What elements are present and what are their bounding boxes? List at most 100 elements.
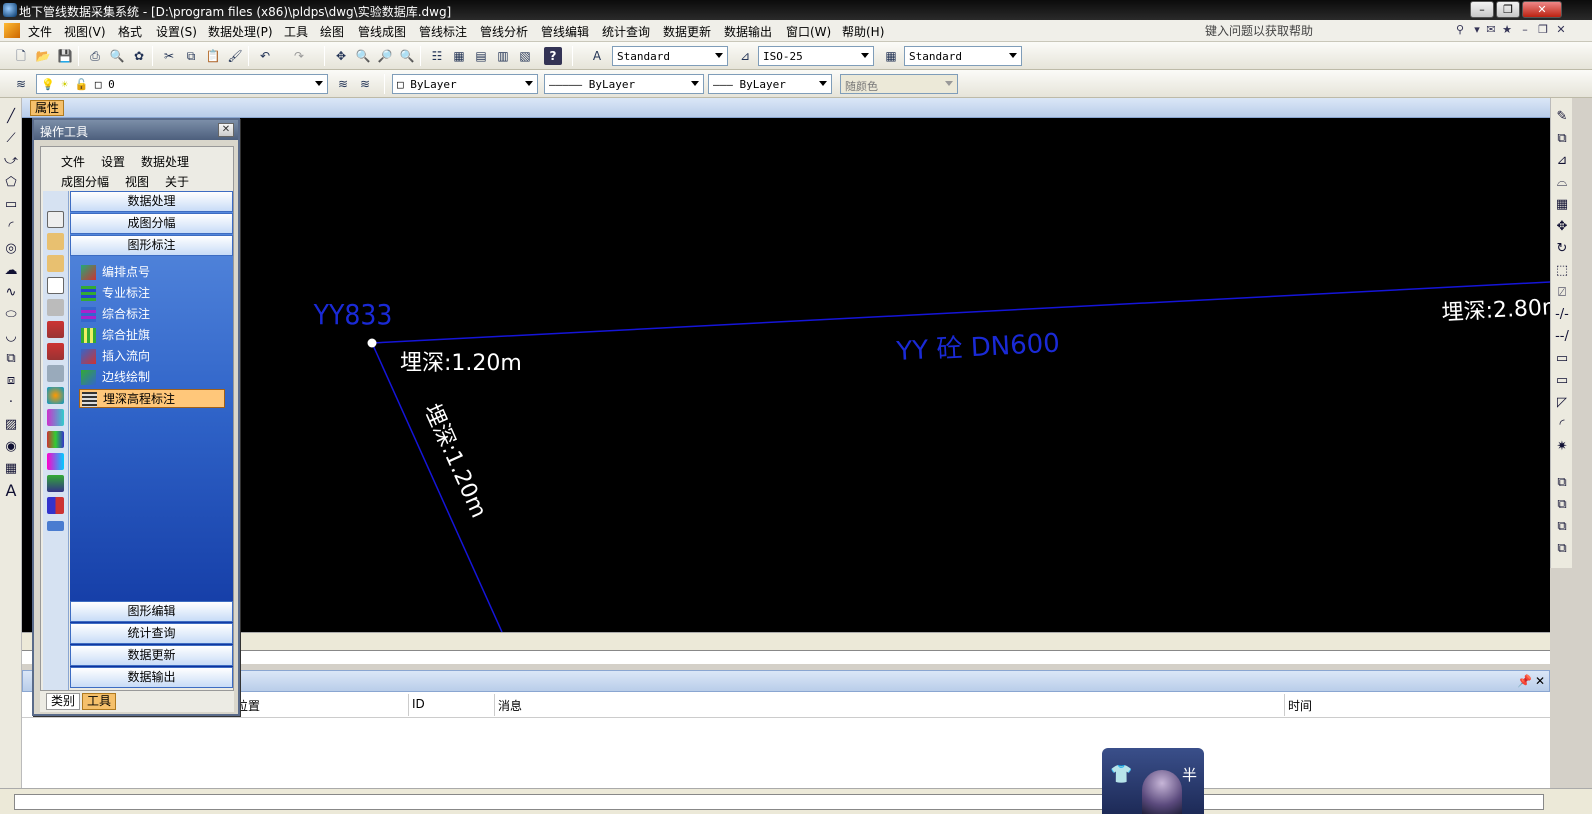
- drawing-canvas[interactable]: YY833 埋深:1.20m 埋深:1.20m YY 砼 DN600 埋深:2.…: [22, 118, 1550, 632]
- pan-icon[interactable]: ✥: [332, 47, 350, 65]
- command-line[interactable]: [22, 650, 1550, 664]
- save-icon[interactable]: 💾: [56, 47, 74, 65]
- stretch-icon[interactable]: ⍁: [1553, 284, 1571, 302]
- extend-icon[interactable]: --/: [1553, 328, 1571, 346]
- menu-pipeline-analysis[interactable]: 管线分析: [480, 23, 528, 40]
- match-properties-icon[interactable]: 🖌: [226, 47, 244, 65]
- document-icon[interactable]: [47, 211, 64, 228]
- send-under-icon[interactable]: ⧉: [1553, 540, 1571, 558]
- draw-order-back-icon[interactable]: ⧉: [1553, 496, 1571, 514]
- tool-combined-flag[interactable]: 综合扯旗: [79, 326, 225, 345]
- legend-icon[interactable]: [47, 453, 64, 470]
- dim-style-select[interactable]: ISO-25: [758, 46, 874, 66]
- region-icon[interactable]: ◉: [2, 438, 20, 456]
- search-icon[interactable]: ⚲: [1453, 23, 1467, 37]
- chevron-down-icon[interactable]: ▾: [1470, 23, 1484, 37]
- mirror-icon[interactable]: ⊿: [1553, 152, 1571, 170]
- rotate-icon[interactable]: ↻: [1553, 240, 1571, 258]
- minimize-button[interactable]: –: [1470, 1, 1494, 18]
- tab-category[interactable]: 类别: [46, 693, 81, 710]
- copy-icon[interactable]: ⧉: [182, 47, 200, 65]
- tool-insert-flow-direction[interactable]: 插入流向: [79, 347, 225, 366]
- chamfer-icon[interactable]: ◸: [1553, 394, 1571, 412]
- document-icon[interactable]: [4, 23, 20, 38]
- sheet-set-icon[interactable]: ▥: [494, 47, 512, 65]
- rectangle-icon[interactable]: ▭: [2, 196, 20, 214]
- category-data-processing[interactable]: 数据处理: [70, 191, 233, 212]
- floating-widget[interactable]: 👕 半: [1102, 748, 1204, 814]
- chart-icon[interactable]: [47, 409, 64, 426]
- category-graphic-edit[interactable]: 图形编辑: [70, 601, 233, 622]
- color-select[interactable]: □ ByLayer: [392, 74, 538, 94]
- column-divider[interactable]: [408, 694, 409, 716]
- palette-menu-data-processing[interactable]: 数据处理: [141, 153, 189, 170]
- horizontal-scrollbar[interactable]: [22, 632, 1550, 650]
- point-icon[interactable]: ·: [2, 394, 20, 412]
- arc-icon[interactable]: ◜: [2, 218, 20, 236]
- trim-icon[interactable]: -/-: [1553, 306, 1571, 324]
- palette-color-icon[interactable]: [47, 387, 64, 404]
- menu-window[interactable]: 窗口(W): [786, 23, 831, 40]
- paste-icon[interactable]: 📋: [204, 47, 222, 65]
- palette-menu-file[interactable]: 文件: [61, 153, 85, 170]
- design-center-icon[interactable]: ▦: [450, 47, 468, 65]
- linetype-select[interactable]: ————— ByLayer: [544, 74, 704, 94]
- zoom-window-icon[interactable]: 🔎: [376, 47, 394, 65]
- category-mapping[interactable]: 成图分幅: [70, 213, 233, 234]
- menu-pipeline-mapping[interactable]: 管线成图: [358, 23, 406, 40]
- hatch-icon[interactable]: ▨: [2, 416, 20, 434]
- spline-icon[interactable]: ∿: [2, 284, 20, 302]
- layer-manager-icon[interactable]: ≋: [12, 75, 30, 93]
- palette-close-button[interactable]: ✕: [218, 123, 234, 137]
- zoom-realtime-icon[interactable]: 🔍: [354, 47, 372, 65]
- array-icon[interactable]: ▦: [1553, 196, 1571, 214]
- erase-icon[interactable]: ✎: [1553, 108, 1571, 126]
- break-at-point-icon[interactable]: ▭: [1553, 350, 1571, 368]
- column-divider[interactable]: [494, 694, 495, 716]
- menu-data-update[interactable]: 数据更新: [663, 23, 711, 40]
- polygon-icon[interactable]: ⬠: [2, 174, 20, 192]
- properties-icon[interactable]: ☷: [428, 47, 446, 65]
- palette-menu-view[interactable]: 视图: [125, 173, 149, 190]
- tool-palettes-icon[interactable]: ▤: [472, 47, 490, 65]
- menu-view[interactable]: 视图(V): [64, 23, 106, 40]
- table-icon[interactable]: ▦: [2, 460, 20, 478]
- new-file-icon[interactable]: 🗋: [12, 47, 30, 65]
- menu-pipeline-edit[interactable]: 管线编辑: [541, 23, 589, 40]
- doc-minimize-icon[interactable]: –: [1518, 23, 1532, 37]
- doc-restore-icon[interactable]: ❐: [1536, 23, 1550, 37]
- category-data-output[interactable]: 数据输出: [70, 667, 233, 688]
- lineweight-select[interactable]: ——— ByLayer: [708, 74, 832, 94]
- shirt-icon[interactable]: 👕: [1110, 764, 1132, 785]
- column-time[interactable]: 时间: [1288, 697, 1312, 714]
- folder-icon[interactable]: [47, 255, 64, 272]
- pipe-line-branch[interactable]: [371, 342, 503, 632]
- layer-previous-icon[interactable]: ≋: [356, 75, 374, 93]
- layers-red-icon[interactable]: [47, 321, 64, 338]
- construction-line-icon[interactable]: ⟋: [2, 130, 20, 148]
- magnifier-icon[interactable]: [47, 365, 64, 382]
- menu-tools[interactable]: 工具: [284, 23, 308, 40]
- properties-tab[interactable]: 属性: [30, 100, 64, 116]
- palette-menu-settings[interactable]: 设置: [101, 153, 125, 170]
- menu-draw[interactable]: 绘图: [320, 23, 344, 40]
- table-style-select[interactable]: Standard: [904, 46, 1022, 66]
- doc-close-icon[interactable]: ✕: [1554, 23, 1568, 37]
- column-id[interactable]: ID: [412, 697, 425, 711]
- expand-icon[interactable]: [47, 521, 64, 531]
- undo-icon[interactable]: ↶: [256, 47, 274, 65]
- menu-data-output[interactable]: 数据输出: [724, 23, 772, 40]
- multiline-text-icon[interactable]: A: [2, 482, 20, 500]
- bring-above-icon[interactable]: ⧉: [1553, 518, 1571, 536]
- category-statistics-query[interactable]: 统计查询: [70, 623, 233, 644]
- tool-number-points[interactable]: 编排点号: [79, 263, 225, 282]
- preview-icon[interactable]: 🔍: [108, 47, 126, 65]
- zoom-previous-icon[interactable]: 🔍: [398, 47, 416, 65]
- column-divider[interactable]: [1284, 694, 1285, 716]
- open-file-icon[interactable]: 📂: [34, 47, 52, 65]
- tool-professional-annotation[interactable]: 专业标注: [79, 284, 225, 303]
- cut-icon[interactable]: ✂: [160, 47, 178, 65]
- stripes-icon[interactable]: [47, 475, 64, 492]
- grid-color-icon[interactable]: [47, 431, 64, 448]
- draw-order-front-icon[interactable]: ⧉: [1553, 474, 1571, 492]
